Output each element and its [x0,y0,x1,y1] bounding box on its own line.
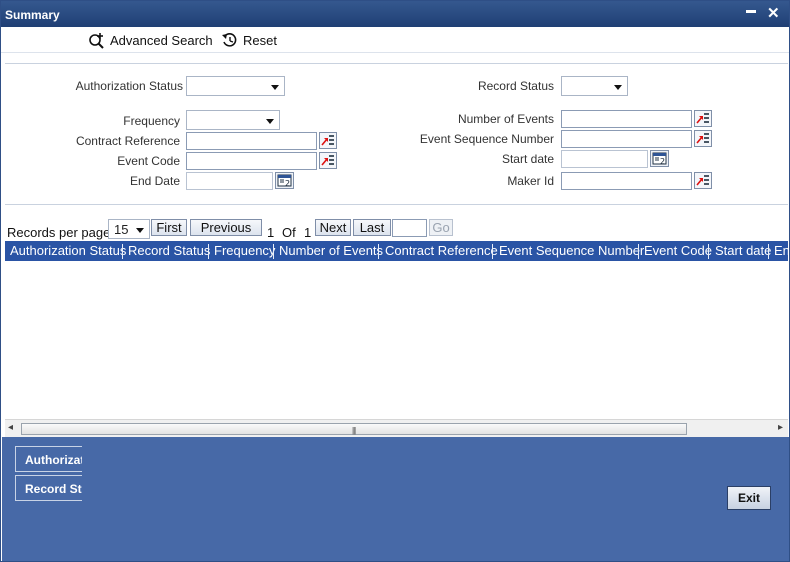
chevron-down-icon [614,85,622,90]
window-title: Summary [5,8,60,22]
list-of-values-icon [696,113,709,124]
results-grid-body [5,261,788,419]
reset-label: Reset [243,32,277,48]
list-of-values-icon [696,175,709,186]
column-header-event-code[interactable]: Event Code [644,243,712,258]
contract-reference-label: Contract Reference [75,134,180,148]
previous-page-button[interactable]: Previous [190,219,262,236]
title-bar: Summary ▬ ✕ [1,1,789,27]
list-of-values-icon [321,155,334,166]
maker-id-input[interactable] [561,172,692,190]
records-per-page-label: Records per page [7,225,111,240]
event-code-label: Event Code [117,154,180,168]
record-status-label: Record Status [477,79,554,93]
records-per-page-select[interactable]: 15 [108,219,150,239]
start-date-input[interactable] [561,150,648,168]
record-status-footer-button[interactable]: Record Status [15,475,82,501]
contract-reference-lov-button[interactable] [319,132,337,149]
column-divider [122,244,123,259]
frequency-label: Frequency [123,114,180,128]
event-sequence-number-label: Event Sequence Number [419,132,554,146]
pagination-bar: Records per page 15 First Previous 1 Of … [5,215,788,241]
calendar-icon: 2 [277,174,292,188]
column-divider [638,244,639,259]
number-of-events-label: Number of Events [457,112,554,126]
column-header-contract-reference[interactable]: Contract Reference [385,243,498,258]
advanced-search-label: Advanced Search [110,32,213,48]
reset-icon [222,32,237,47]
svg-text:2: 2 [660,157,665,166]
end-date-label: End Date [129,174,180,188]
column-divider [768,244,769,259]
column-divider [378,244,379,259]
calendar-icon: 2 [652,152,667,166]
close-icon[interactable]: ✕ [767,4,780,22]
scrollbar-thumb[interactable]: ||| [21,423,687,435]
footer-panel: Authorization Status Record Status Exit [2,437,789,561]
number-of-events-lov-button[interactable] [694,110,712,127]
maker-id-lov-button[interactable] [694,172,712,189]
next-page-button[interactable]: Next [315,219,351,236]
maker-id-label: Maker Id [507,174,554,188]
start-date-label: Start date [501,152,554,166]
last-page-button[interactable]: Last [353,219,391,236]
event-sequence-number-lov-button[interactable] [694,130,712,147]
minimize-icon[interactable]: ▬ [746,5,756,16]
column-divider [708,244,709,259]
frequency-select[interactable] [186,110,280,130]
go-button[interactable]: Go [429,219,453,236]
column-header-record-status[interactable]: Record Status [128,243,210,258]
reset-button[interactable]: Reset [221,31,277,49]
advanced-search-button[interactable]: Advanced Search [88,31,213,49]
authorization-status-footer-button[interactable]: Authorization Status [15,446,82,472]
end-date-input[interactable] [186,172,273,190]
list-of-values-icon [696,133,709,144]
current-page: 1 [267,225,275,240]
number-of-events-input[interactable] [561,110,692,128]
page-of-label: Of [282,225,296,240]
goto-page-input[interactable] [392,219,427,237]
grip-icon: ||| [352,426,356,435]
column-header-frequency[interactable]: Frequency [214,243,275,258]
summary-window: Summary ▬ ✕ Advanced Search Reset Author… [0,0,790,562]
contract-reference-input[interactable] [186,132,317,150]
scroll-right-icon[interactable]: ▸ [778,422,783,433]
column-divider [492,244,493,259]
results-grid-header: Authorization Status Record Status Frequ… [5,241,788,261]
column-header-authorization-status[interactable]: Authorization Status [10,243,126,258]
list-of-values-icon [321,135,334,146]
column-divider [273,244,274,259]
search-plus-icon [89,32,104,49]
svg-text:2: 2 [285,179,290,188]
toolbar: Advanced Search Reset [1,27,789,53]
column-header-event-sequence-number[interactable]: Event Sequence Number [499,243,644,258]
chevron-down-icon [136,228,144,233]
event-code-lov-button[interactable] [319,152,337,169]
scroll-left-icon[interactable]: ◂ [8,422,13,433]
horizontal-scrollbar[interactable]: ◂ ||| ▸ [5,419,788,437]
column-header-start-date[interactable]: Start date [715,243,771,258]
authorization-status-select[interactable] [186,76,285,96]
column-header-end-date[interactable]: End Date [774,243,788,258]
event-sequence-number-input[interactable] [561,130,692,148]
event-code-input[interactable] [186,152,317,170]
end-date-calendar-button[interactable]: 2 [275,172,294,189]
column-divider [208,244,209,259]
search-form: Authorization Status Record Status Frequ… [5,63,788,205]
chevron-down-icon [271,85,279,90]
exit-button[interactable]: Exit [727,486,771,510]
total-pages: 1 [304,225,312,240]
column-header-number-of-events[interactable]: Number of Events [279,243,383,258]
authorization-status-label: Authorization Status [75,79,183,93]
chevron-down-icon [266,119,274,124]
first-page-button[interactable]: First [151,219,187,236]
record-status-select[interactable] [561,76,628,96]
start-date-calendar-button[interactable]: 2 [650,150,669,167]
